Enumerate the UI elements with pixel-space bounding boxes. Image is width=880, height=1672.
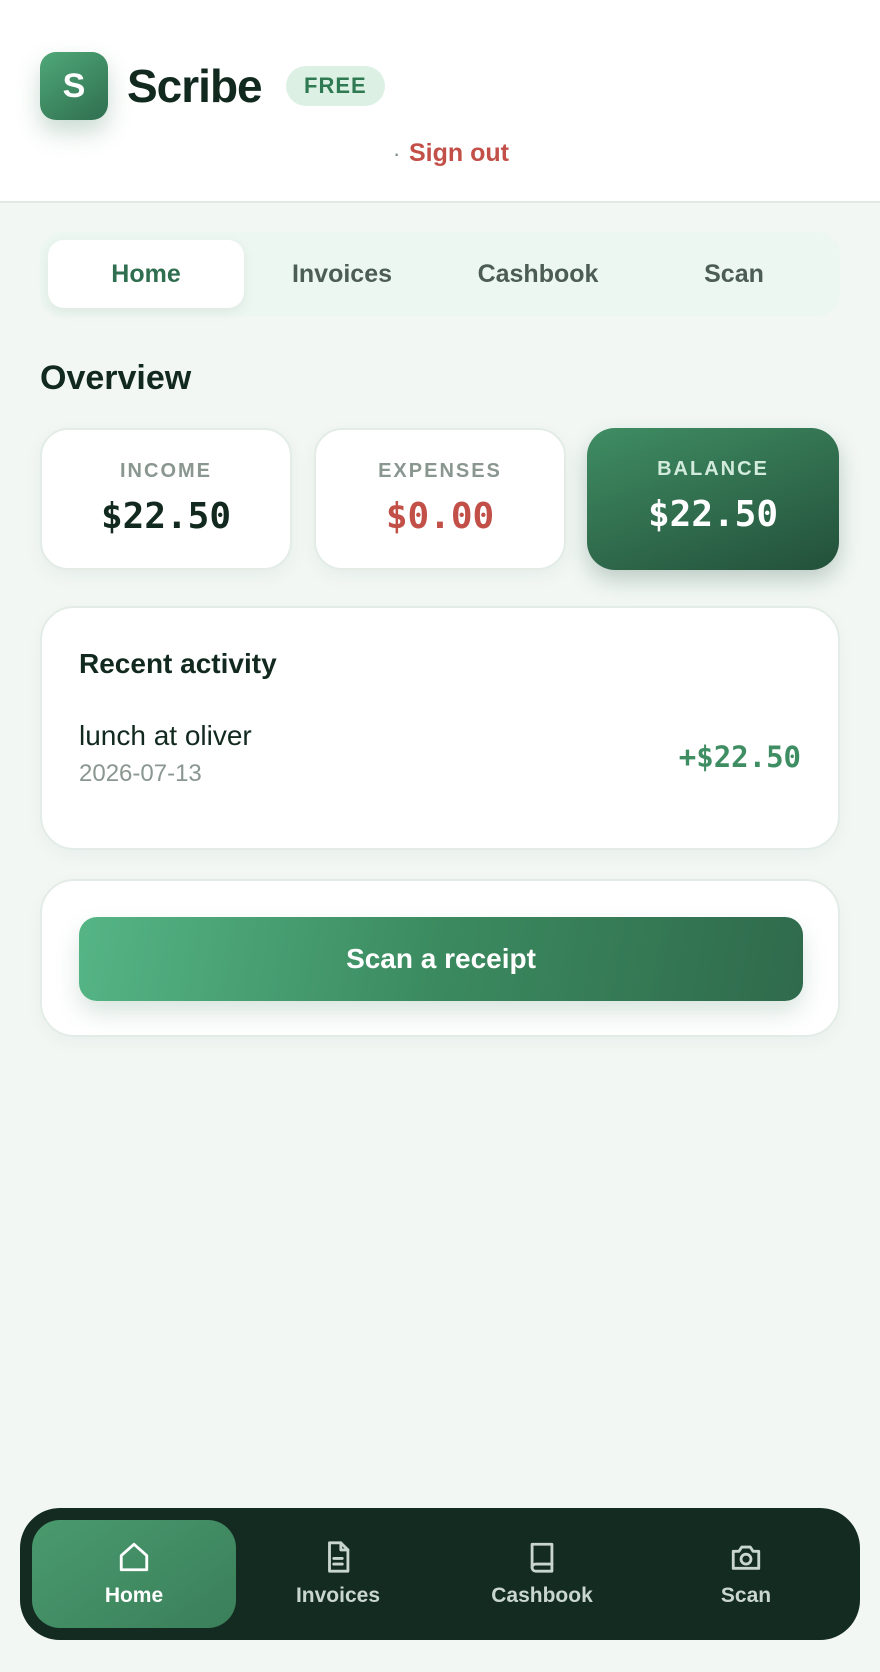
tab-scan[interactable]: Scan xyxy=(636,240,832,308)
income-card: INCOME $22.50 xyxy=(40,428,292,570)
nav-home-label: Home xyxy=(104,1584,164,1607)
user-email xyxy=(42,140,382,172)
home-icon xyxy=(119,1542,149,1572)
nav-scan-label: Scan xyxy=(720,1584,772,1607)
nav-home[interactable]: Home xyxy=(32,1520,236,1628)
balance-value: $22.50 xyxy=(647,494,779,535)
tab-cashbook[interactable]: Cashbook xyxy=(440,240,636,308)
activity-name: lunch at oliver xyxy=(79,720,252,751)
overview-title: Overview xyxy=(40,359,192,397)
expenses-label: EXPENSES xyxy=(378,460,502,482)
nav-invoices[interactable]: Invoices xyxy=(236,1520,440,1628)
activity-amount: +$22.50 xyxy=(678,740,801,774)
balance-card: BALANCE $22.50 xyxy=(587,428,839,570)
sign-out-link[interactable]: Sign out xyxy=(409,137,509,169)
app-logo: S xyxy=(40,52,108,120)
expenses-card: EXPENSES $0.00 xyxy=(314,428,566,570)
activity-item[interactable]: lunch at oliver 2026-07-13 +$22.50 xyxy=(79,718,801,798)
nav-cashbook[interactable]: Cashbook xyxy=(440,1520,644,1628)
nav-invoices-label: Invoices xyxy=(295,1584,381,1607)
nav-scan[interactable]: Scan xyxy=(644,1520,848,1628)
scan-receipt-button[interactable]: Scan a receipt xyxy=(79,917,803,1001)
top-tabs: Home Invoices Cashbook Scan xyxy=(40,232,840,316)
bottom-nav: Home Invoices Cashbook Scan xyxy=(20,1508,860,1640)
document-icon xyxy=(328,1541,350,1573)
scan-card: Scan a receipt xyxy=(40,879,840,1037)
recent-activity-title: Recent activity xyxy=(79,648,277,679)
nav-cashbook-label: Cashbook xyxy=(491,1584,593,1607)
app-title: Scribe xyxy=(127,60,263,112)
separator-dot: · xyxy=(393,141,401,166)
recent-activity-card: Recent activity lunch at oliver 2026-07-… xyxy=(40,606,840,850)
tab-invoices[interactable]: Invoices xyxy=(244,240,440,308)
balance-label: BALANCE xyxy=(657,458,769,480)
camera-icon xyxy=(731,1545,761,1570)
expenses-value: $0.00 xyxy=(385,496,495,537)
tab-home[interactable]: Home xyxy=(48,240,244,308)
plan-badge: FREE xyxy=(286,66,385,106)
app-header: S Scribe FREE · Sign out xyxy=(0,0,880,203)
book-icon xyxy=(530,1542,554,1573)
activity-date: 2026-07-13 xyxy=(79,760,202,787)
income-label: INCOME xyxy=(120,460,212,482)
income-value: $22.50 xyxy=(100,496,232,537)
